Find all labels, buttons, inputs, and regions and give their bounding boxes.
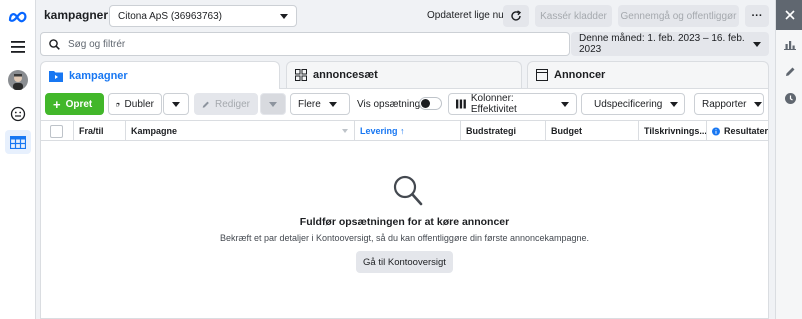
column-header-on-off[interactable]: Fra/til	[73, 121, 125, 141]
search-input[interactable]	[68, 38, 548, 50]
edit-label: Rediger	[214, 98, 250, 110]
column-header-delivery[interactable]: Levering ↑	[354, 121, 460, 141]
toolbar: + Opret Dubler Rediger Flere Vis opsætni	[41, 89, 768, 120]
tab-campaigns[interactable]: kampagner	[40, 61, 280, 89]
create-button[interactable]: + Opret	[45, 93, 104, 115]
grid-icon	[295, 69, 307, 81]
tab-label: kampagner	[69, 69, 128, 82]
duplicate-icon	[116, 102, 120, 106]
table-header: Fra/til Kampagne Levering ↑ Budstrategi …	[41, 120, 768, 141]
refresh-icon	[511, 10, 522, 21]
more-options-button[interactable]: ···	[745, 5, 769, 27]
column-header-budget[interactable]: Budget	[545, 121, 638, 141]
view-setup-toggle[interactable]	[419, 97, 442, 110]
right-rail	[775, 0, 802, 319]
account-selector[interactable]: Citona ApS (36963763)	[109, 5, 297, 27]
columns-icon	[456, 99, 466, 109]
column-header-label: Kampagne	[131, 126, 178, 136]
pencil-icon	[202, 101, 209, 108]
window-icon	[536, 69, 548, 81]
more-actions-label: Flere	[298, 98, 321, 110]
select-all-cell	[45, 121, 73, 141]
chevron-down-icon	[342, 129, 348, 133]
view-setup-label: Vis opsætning	[357, 99, 421, 110]
chevron-down-icon	[670, 101, 679, 107]
main-area: kampagner Citona ApS (36963763) Opdatere…	[36, 0, 775, 319]
meta-logo-icon[interactable]	[5, 5, 31, 29]
column-header-bid-strategy[interactable]: Budstrategi	[460, 121, 545, 141]
close-button[interactable]	[776, 0, 802, 30]
column-header-label: Fra/til	[79, 126, 104, 136]
breakdown-button[interactable]: Udspecificering	[581, 93, 685, 115]
table-icon[interactable]	[5, 130, 31, 154]
menu-icon[interactable]	[5, 35, 31, 59]
bar-chart-icon[interactable]	[783, 37, 797, 51]
duplicate-button[interactable]: Dubler	[108, 93, 162, 115]
clock-icon[interactable]	[783, 91, 797, 105]
date-range-label: Denne måned: 1. feb. 2023 – 16. feb. 202…	[579, 33, 745, 55]
column-header-attribution[interactable]: Tilskrivnings...	[638, 121, 706, 141]
campaigns-panel: + Opret Dubler Rediger Flere Vis opsætni	[40, 88, 769, 319]
go-to-account-overview-button[interactable]: Gå til Kontooversigt	[356, 251, 453, 273]
close-icon	[784, 10, 795, 20]
column-header-label: Budget	[551, 126, 582, 136]
chevron-down-icon	[280, 13, 288, 19]
chevron-down-icon	[328, 101, 337, 107]
columns-button[interactable]: Kolonner: Effektivitet	[448, 93, 577, 115]
tab-ad-sets[interactable]: annoncesæt	[286, 61, 522, 88]
duplicate-label: Dubler	[124, 98, 154, 110]
chevron-down-icon	[561, 101, 569, 107]
pencil-icon[interactable]	[783, 64, 797, 78]
avatar[interactable]	[5, 68, 31, 92]
breakdown-label: Udspecificering	[594, 98, 663, 110]
discard-drafts-button[interactable]: Kassér kladder	[535, 5, 612, 27]
search-icon	[49, 38, 60, 50]
chevron-down-icon	[754, 101, 763, 107]
date-range-picker[interactable]: Denne måned: 1. feb. 2023 – 16. feb. 202…	[571, 32, 769, 56]
review-publish-button[interactable]: Gennemgå og offentliggør	[618, 5, 739, 27]
chevron-down-icon	[172, 101, 180, 107]
chevron-down-icon	[269, 101, 277, 107]
column-header-label: Tilskrivnings...	[644, 126, 706, 136]
column-header-campaign[interactable]: Kampagne	[125, 121, 354, 141]
column-header-results[interactable]: Resultater	[706, 121, 768, 141]
more-actions-button[interactable]: Flere	[290, 93, 350, 115]
create-label: Opret	[65, 98, 93, 110]
column-header-label: Resultater	[723, 126, 768, 136]
search-icon	[393, 175, 423, 210]
chevron-down-icon	[753, 41, 761, 47]
folder-icon	[49, 70, 63, 82]
column-header-label: Budstrategi	[466, 126, 517, 136]
duplicate-dropdown-button[interactable]	[163, 93, 189, 115]
empty-state-description: Bekræft et par detaljer i Kontooversigt,…	[219, 233, 590, 243]
toggle-knob	[421, 99, 430, 108]
tab-label: annoncesæt	[313, 69, 378, 81]
reports-label: Rapporter	[702, 98, 747, 110]
edit-dropdown-button[interactable]	[260, 93, 286, 115]
refresh-button[interactable]	[503, 5, 529, 27]
updated-status: Opdateret lige nu	[427, 10, 504, 21]
search-bar[interactable]	[40, 32, 570, 56]
page-title: kampagner	[44, 8, 109, 22]
column-header-label: Levering ↑	[360, 126, 405, 136]
tab-label: Annoncer	[554, 69, 606, 81]
reports-button[interactable]: Rapporter	[694, 93, 764, 115]
left-rail	[0, 0, 36, 319]
select-all-checkbox[interactable]	[50, 124, 63, 138]
empty-state-title: Fuldfør opsætningen for at køre annoncer	[299, 216, 510, 228]
account-name: Citona ApS (36963763)	[118, 10, 222, 22]
emoji-icon[interactable]	[5, 102, 31, 126]
info-icon	[712, 127, 720, 135]
columns-label: Kolonner: Effektivitet	[470, 93, 517, 115]
plus-icon: +	[53, 96, 61, 112]
edit-button[interactable]: Rediger	[194, 93, 258, 115]
tab-ads[interactable]: Annoncer	[527, 61, 769, 88]
